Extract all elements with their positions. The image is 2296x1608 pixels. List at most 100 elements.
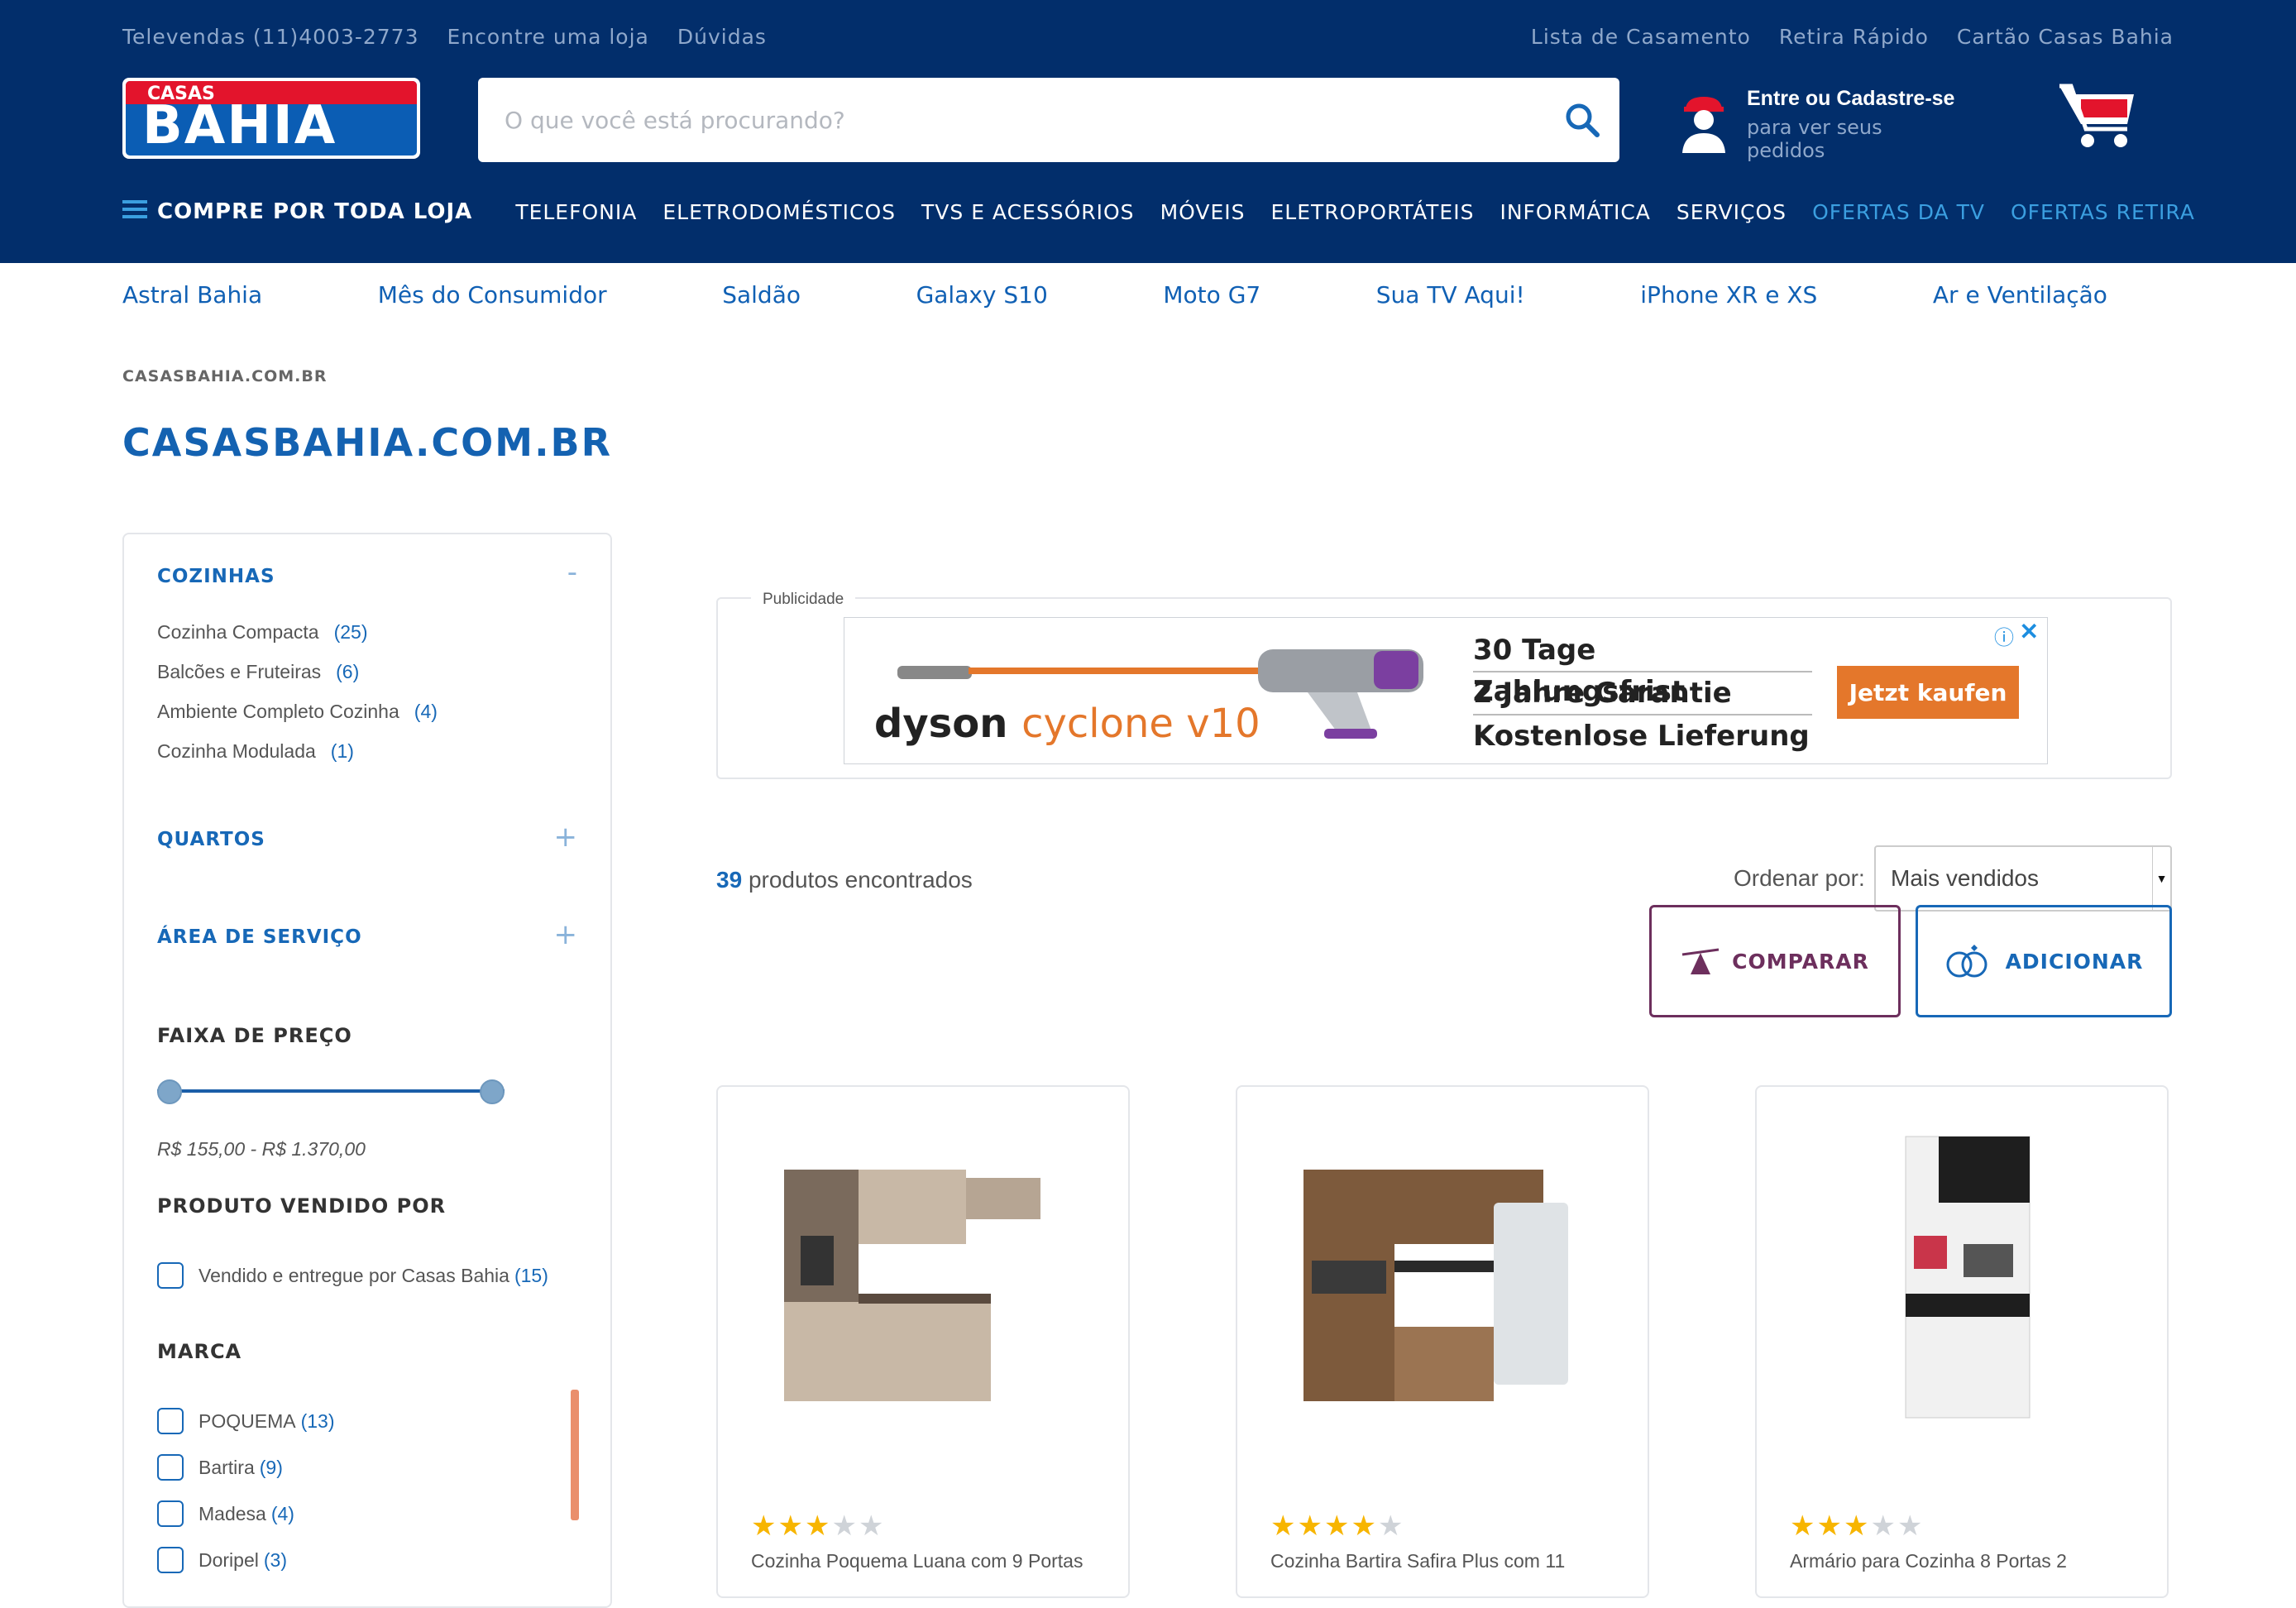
ad-container: Publicidade dyson cyclone v10 30 Tage Za… xyxy=(716,591,2172,779)
brand-list-scrollbar[interactable] xyxy=(571,1390,579,1520)
price-slider-max-handle[interactable] xyxy=(480,1079,505,1104)
filter-option-label: Ambiente Completo Cozinha xyxy=(157,700,399,722)
product-image xyxy=(784,1170,1040,1401)
account-title: Entre ou Cadastre-se xyxy=(1747,86,1955,110)
sort-dropdown[interactable]: Mais vendidos ▼ xyxy=(1874,845,2172,912)
brand-option-poquema[interactable]: POQUEMA (13) xyxy=(157,1408,334,1434)
cart-icon[interactable] xyxy=(2058,81,2137,152)
quicklink-galaxy-s10[interactable]: Galaxy S10 xyxy=(916,281,1048,309)
add-to-list-button[interactable]: ADICIONAR xyxy=(1916,905,2172,1017)
checkbox[interactable] xyxy=(157,1262,184,1289)
search-icon[interactable] xyxy=(1545,78,1619,162)
nav-item-informatica[interactable]: INFORMÁTICA xyxy=(1500,200,1650,224)
filter-option[interactable]: Ambiente Completo Cozinha (4) xyxy=(157,692,438,731)
product-name[interactable]: Cozinha Poquema Luana com 9 Portas xyxy=(751,1550,1115,1572)
results-number: 39 xyxy=(716,867,743,893)
star-filled-icon: ★ xyxy=(1816,1510,1842,1542)
brand-option-madesa[interactable]: Madesa (4) xyxy=(157,1500,294,1527)
quicklink-mes-consumidor[interactable]: Mês do Consumidor xyxy=(378,281,607,309)
nav-item-servicos[interactable]: SERVIÇOS xyxy=(1677,200,1787,224)
star-filled-icon: ★ xyxy=(777,1510,803,1542)
nav-item-tvs[interactable]: TVS E ACESSÓRIOS xyxy=(921,200,1135,224)
quicklink-astral-bahia[interactable]: Astral Bahia xyxy=(122,281,262,309)
ad-close-icon[interactable]: ✕ xyxy=(2020,618,2039,645)
nav-item-eletrodomesticos[interactable]: ELETRODOMÉSTICOS xyxy=(662,200,896,224)
quick-pickup-link[interactable]: Retira Rápido xyxy=(1779,25,1929,53)
nav-item-moveis[interactable]: MÓVEIS xyxy=(1160,200,1246,224)
results-label: produtos encontrados xyxy=(748,867,973,893)
star-filled-icon: ★ xyxy=(1351,1510,1376,1542)
filter-cozinhas-collapse-toggle[interactable]: - xyxy=(567,556,577,589)
help-link[interactable]: Dúvidas xyxy=(677,25,767,53)
filter-cozinhas-title[interactable]: COZINHAS xyxy=(157,566,275,587)
brand-option-bartira[interactable]: Bartira (9) xyxy=(157,1454,283,1481)
checkbox[interactable] xyxy=(157,1408,184,1434)
nav-item-eletroportateis[interactable]: ELETROPORTÁTEIS xyxy=(1271,200,1475,224)
filter-quartos-title[interactable]: QUARTOS xyxy=(157,829,265,850)
filter-cozinhas-list: Cozinha Compacta (25) Balcões e Fruteiras… xyxy=(157,612,438,771)
quicklink-sua-tv[interactable]: Sua TV Aqui! xyxy=(1376,281,1525,309)
star-filled-icon: ★ xyxy=(751,1510,777,1542)
quicklink-iphone[interactable]: iPhone XR e XS xyxy=(1640,281,1817,309)
brand-option-count: (3) xyxy=(263,1548,287,1571)
filter-area-servico-expand-toggle[interactable]: + xyxy=(554,918,578,951)
checkbox[interactable] xyxy=(157,1500,184,1527)
ad-banner[interactable]: dyson cyclone v10 30 Tage Zahlungsfrist … xyxy=(844,617,2048,764)
checkbox[interactable] xyxy=(157,1547,184,1573)
filter-option[interactable]: Balcões e Fruteiras (6) xyxy=(157,652,438,692)
filter-option-label: Cozinha Modulada xyxy=(157,739,316,762)
account-login[interactable]: Entre ou Cadastre-se para ver seus pedid… xyxy=(1679,87,1960,162)
televendas-link[interactable]: Televendas (11)4003-2773 xyxy=(122,25,419,53)
filter-option-count: (1) xyxy=(330,739,354,762)
nav-item-telefonia[interactable]: TELEFONIA xyxy=(515,200,637,224)
sort-selected-value: Mais vendidos xyxy=(1891,865,2039,891)
filter-option[interactable]: Cozinha Compacta (25) xyxy=(157,612,438,652)
product-name[interactable]: Armário para Cozinha 8 Portas 2 xyxy=(1790,1550,2154,1572)
page-title: CASASBAHIA.COM.BR xyxy=(122,420,613,465)
find-store-link[interactable]: Encontre uma loja xyxy=(447,25,649,53)
search-bar xyxy=(478,78,1619,162)
site-header: Televendas (11)4003-2773 Encontre uma lo… xyxy=(0,0,2296,263)
all-departments-menu[interactable]: COMPRE POR TODA LOJA xyxy=(122,199,472,226)
product-image xyxy=(1905,1136,2031,1419)
star-filled-icon: ★ xyxy=(1323,1510,1350,1542)
ad-model-name: cyclone v10 xyxy=(1021,701,1260,747)
brand-option-label: Madesa xyxy=(199,1502,266,1524)
rating-stars: ★ ★ ★ ★ ★ xyxy=(751,1512,883,1540)
filter-option-label: Balcões e Fruteiras xyxy=(157,660,322,682)
brand-option-doripel[interactable]: Doripel (3) xyxy=(157,1547,287,1573)
seller-option-count: (15) xyxy=(514,1264,548,1286)
filter-option[interactable]: Cozinha Modulada (1) xyxy=(157,731,438,771)
ad-cta-button[interactable]: Jetzt kaufen xyxy=(1837,666,2019,719)
nav-item-ofertas-tv[interactable]: OFERTAS DA TV xyxy=(1812,200,1985,224)
product-card[interactable]: ★ ★ ★ ★ ★ Armário para Cozinha 8 Portas 2 xyxy=(1755,1085,2169,1598)
seller-option[interactable]: Vendido e entregue por Casas Bahia (15) xyxy=(157,1262,548,1289)
hamburger-menu-icon xyxy=(122,199,147,226)
ad-brand-name: dyson xyxy=(874,701,1008,747)
quicklink-ar-ventilacao[interactable]: Ar e Ventilação xyxy=(1933,281,2107,309)
store-card-link[interactable]: Cartão Casas Bahia xyxy=(1957,25,2174,53)
ad-claims: 30 Tage Zahlungsfrist 2 Jahre Garantie K… xyxy=(1473,629,1812,759)
checkbox[interactable] xyxy=(157,1454,184,1481)
main-navigation: COMPRE POR TODA LOJA TELEFONIA ELETRODOM… xyxy=(122,195,2221,228)
product-card[interactable]: ★ ★ ★ ★ ★ Cozinha Bartira Safira Plus com 11 xyxy=(1236,1085,1649,1598)
breadcrumb[interactable]: CASASBAHIA.COM.BR xyxy=(122,367,328,385)
product-card[interactable]: ★ ★ ★ ★ ★ Cozinha Poquema Luana com 9 Portas xyxy=(716,1085,1130,1598)
nav-item-ofertas-retira[interactable]: OFERTAS RETIRA xyxy=(2011,200,2195,224)
product-name[interactable]: Cozinha Bartira Safira Plus com 11 xyxy=(1270,1550,1634,1572)
quicklink-moto-g7[interactable]: Moto G7 xyxy=(1163,281,1260,309)
price-slider-min-handle[interactable] xyxy=(157,1079,182,1104)
logo-text-big: BAHIA xyxy=(142,95,337,156)
quicklink-saldao[interactable]: Saldão xyxy=(722,281,801,309)
star-empty-icon: ★ xyxy=(858,1510,884,1542)
filter-quartos-expand-toggle[interactable]: + xyxy=(554,821,578,854)
wedding-list-link[interactable]: Lista de Casamento xyxy=(1531,25,1751,53)
filter-area-servico-title[interactable]: ÁREA DE SERVIÇO xyxy=(157,926,362,948)
logo[interactable]: CASAS BAHIA xyxy=(122,78,420,159)
filter-option-count: (6) xyxy=(336,660,360,682)
adchoices-icon[interactable]: ⓘ xyxy=(1994,621,2014,650)
compare-button[interactable]: COMPARAR xyxy=(1649,905,1901,1017)
search-input[interactable] xyxy=(478,78,1545,162)
price-filter-title: FAIXA DE PREÇO xyxy=(157,1024,352,1047)
filter-option-count: (25) xyxy=(333,620,368,643)
